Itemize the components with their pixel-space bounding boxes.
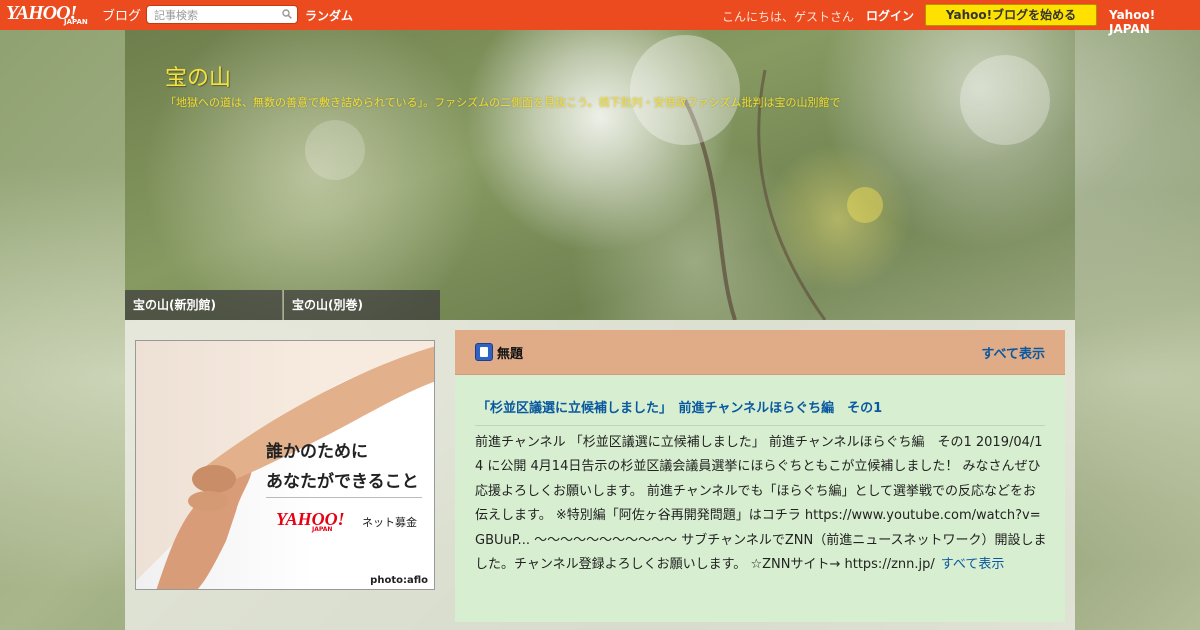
nav-tab-separate-volume[interactable]: 宝の山(別巻): [283, 290, 440, 320]
article-search-input[interactable]: [152, 7, 281, 24]
post-title-link[interactable]: 「杉並区議選に立候補しました」 前進チャンネルほらぐち編 その1: [477, 397, 882, 416]
blog-label: ブログ: [102, 9, 142, 24]
article-panel: 無題 すべて表示 「杉並区議選に立候補しました」 前進チャンネルほらぐち編 その…: [455, 330, 1065, 622]
ad-divider: [266, 497, 422, 498]
ad-yahoo-logo-sub: JAPAN: [312, 526, 333, 533]
login-link[interactable]: ログイン: [866, 7, 914, 24]
blog-content: 誰かのために あなたができること YAHOO! JAPAN ネット募金 phot…: [125, 320, 1075, 630]
blog-title[interactable]: 宝の山: [165, 60, 231, 92]
start-blog-button[interactable]: Yahoo!ブログを始める: [925, 4, 1097, 26]
post-divider: [475, 425, 1045, 426]
post-show-all-link[interactable]: すべて表示: [941, 557, 1005, 572]
random-link[interactable]: ランダム: [305, 7, 353, 24]
book-icon: [475, 343, 493, 361]
yahoo-topbar: YAHOO! JAPAN ブログ ランダム こんにちは、ゲストさん ログイン Y…: [0, 0, 1200, 36]
ad-service-name: ネット募金: [362, 516, 417, 529]
ad-photo-credit: photo:aflo: [370, 575, 428, 586]
panel-header: 無題 すべて表示: [455, 330, 1065, 375]
yahoo-logo-sub: JAPAN: [64, 18, 88, 26]
dandelion-decoration: [305, 35, 1050, 320]
blog-description: 「地獄への道は、無数の善意で敷き詰められている」。ファシズムの二側面を見抜こう。…: [165, 96, 841, 109]
ad-headline-2: あなたができること: [266, 472, 419, 492]
article-search-box: [146, 5, 298, 24]
show-all-link[interactable]: すべて表示: [981, 343, 1045, 362]
nav-tab-new-annex[interactable]: 宝の山(新別館): [125, 290, 282, 320]
holding-hands-image: [136, 341, 434, 589]
ad-headline-1: 誰かのために: [266, 442, 368, 462]
donation-ad-banner[interactable]: 誰かのために あなたができること YAHOO! JAPAN ネット募金 phot…: [135, 340, 435, 590]
yahoo-japan-link[interactable]: Yahoo! JAPAN: [1109, 8, 1200, 36]
search-icon[interactable]: [282, 9, 292, 19]
ad-yahoo-logo: YAHOO!: [276, 509, 345, 529]
post-excerpt-text: 前進チャンネル 「杉並区議選に立候補しました」 前進チャンネルほらぐち編 その1…: [475, 435, 1047, 573]
blog-header: 宝の山 「地獄への道は、無数の善意で敷き詰められている」。ファシズムの二側面を見…: [125, 30, 1075, 320]
blog-main: 宝の山 「地獄への道は、無数の善意で敷き詰められている」。ファシズムの二側面を見…: [125, 30, 1075, 630]
panel-title: 無題: [497, 347, 524, 362]
panel-body: 「杉並区議選に立候補しました」 前進チャンネルほらぐち編 その1 前進チャンネル…: [455, 375, 1065, 622]
guest-greeting: こんにちは、ゲストさん: [722, 10, 855, 24]
post-excerpt: 前進チャンネル 「杉並区議選に立候補しました」 前進チャンネルほらぐち編 その1…: [475, 431, 1047, 577]
yahoo-blog-logo[interactable]: YAHOO! JAPAN ブログ: [6, 2, 141, 28]
